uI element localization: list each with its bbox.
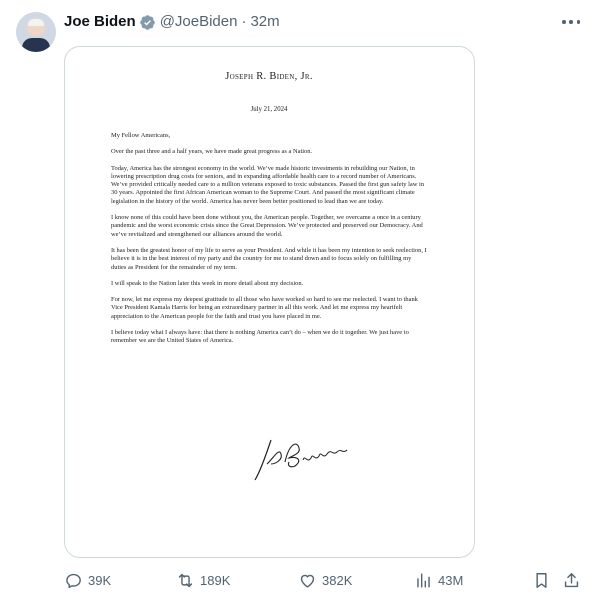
share-button[interactable] [562,568,581,592]
header-separator: · [241,13,247,30]
tweet-actions: 39K 189K 382K 43M [64,568,584,592]
signature-image [254,439,348,481]
avatar-hair [28,19,44,26]
letter-paragraph: It has been the greatest honor of my lif… [111,246,427,271]
heart-icon [300,574,315,588]
views-icon [417,572,430,588]
letter-date: July 21, 2024 [250,106,288,113]
views-button[interactable]: 43M [414,568,463,592]
repost-icon [178,573,193,587]
letter-paragraph: I know none of this could have been done… [111,214,423,238]
letter-paragraph: Today, America has the strongest economy… [111,164,425,205]
like-count: 382K [322,572,353,588]
letter-paragraph: Over the past three and a half years, we… [111,148,313,156]
more-icon[interactable] [562,16,580,28]
letter-paragraph: I will speak to the Nation later this we… [111,279,304,287]
avatar-suit [22,38,50,52]
views-count: 43M [438,572,464,588]
tweet-media-letter[interactable]: Joseph R. Biden, Jr. July 21, 2024 My Fe… [64,46,475,558]
reply-icon [66,573,81,588]
author-handle[interactable]: @JoeBiden [160,12,238,32]
share-icon [564,572,579,587]
like-button[interactable]: 382K [298,568,352,592]
reply-count: 39K [88,572,112,588]
reply-button[interactable]: 39K [64,568,111,592]
repost-button[interactable]: 189K [176,568,230,592]
bookmark-button[interactable] [532,568,551,592]
letter-body: Joseph R. Biden, Jr. July 21, 2024 My Fe… [111,67,427,354]
tweet-header: Joe Biden @JoeBiden · 32m [64,12,280,32]
letter-paragraph: I believe today what I always have: that… [111,329,409,345]
bookmark-icon [536,572,547,588]
letterhead: Joseph R. Biden, Jr. [225,71,313,82]
repost-count: 189K [200,572,231,588]
letter-paragraph: For now, let me express my deepest grati… [111,296,418,320]
letter-greeting: My Fellow Americans, [111,132,171,139]
tweet-timestamp[interactable]: 32m [250,12,279,32]
verified-badge-icon[interactable] [139,14,156,31]
author-name[interactable]: Joe Biden [64,12,136,32]
author-avatar[interactable] [16,12,56,52]
